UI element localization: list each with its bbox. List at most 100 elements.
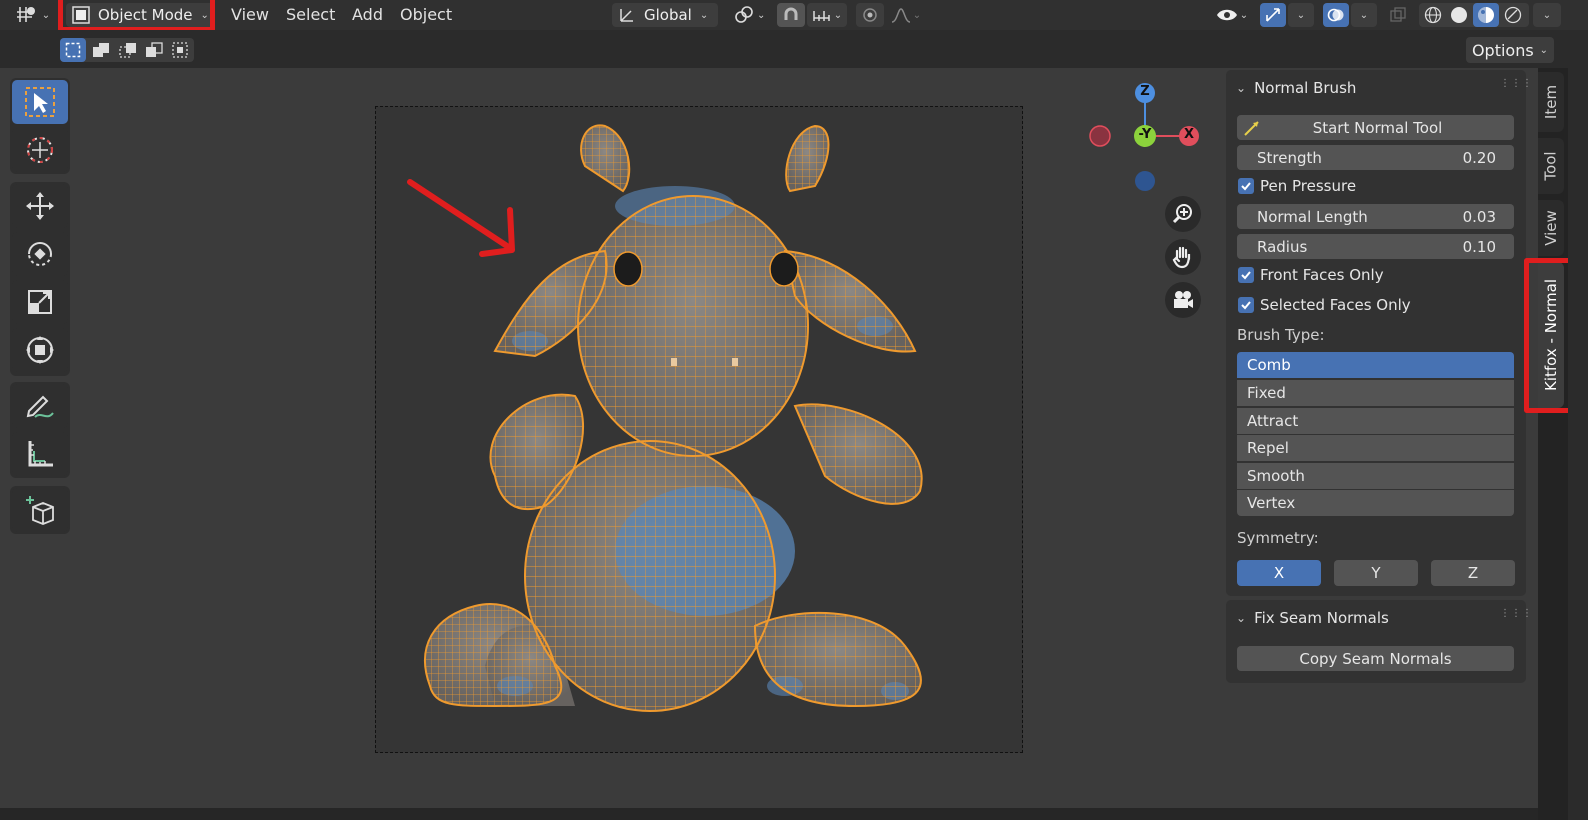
selected-faces-only-label: Selected Faces Only <box>1260 296 1411 314</box>
gizmo-dropdown[interactable]: ⌄ <box>1288 3 1314 27</box>
pen-pressure-checkbox[interactable]: Pen Pressure <box>1238 177 1356 195</box>
menu-add[interactable]: Add <box>352 5 383 24</box>
select-subtract-icon <box>119 43 136 58</box>
select-new-button[interactable] <box>60 38 86 62</box>
gizmo-y-label: -Y <box>1138 127 1152 142</box>
selected-faces-only-checkbox[interactable]: Selected Faces Only <box>1238 296 1411 314</box>
brush-type-smooth[interactable]: Smooth <box>1237 463 1514 489</box>
front-faces-only-checkbox[interactable]: Front Faces Only <box>1238 266 1384 284</box>
shading-material-button[interactable] <box>1473 3 1499 27</box>
select-invert-button[interactable] <box>141 38 167 62</box>
falloff-dropdown[interactable]: ⌄ <box>886 3 926 27</box>
symmetry-label: Symmetry: <box>1237 529 1319 547</box>
pencil-icon <box>26 395 54 418</box>
tool-select-box[interactable] <box>12 80 68 124</box>
normal-tool-icon <box>1244 120 1259 136</box>
shading-rendered-button[interactable] <box>1501 4 1525 26</box>
transform-icon <box>26 336 54 364</box>
shading-dropdown[interactable]: ⌄ <box>1533 3 1561 27</box>
snap-target-dropdown[interactable]: ⌄ <box>807 3 847 27</box>
tab-item[interactable]: Item <box>1538 72 1564 132</box>
options-dropdown[interactable]: Options ⌄ <box>1466 37 1554 63</box>
symmetry-z-toggle[interactable]: Z <box>1431 560 1515 586</box>
rendered-sphere-icon <box>1504 6 1522 24</box>
tab-view[interactable]: View <box>1538 200 1564 256</box>
tool-add-cube[interactable] <box>12 488 68 532</box>
visibility-dropdown[interactable]: ⌄ <box>1210 3 1254 27</box>
copy-seam-normals-button[interactable]: Copy Seam Normals <box>1237 646 1514 671</box>
select-intersect-button[interactable] <box>167 38 193 62</box>
brush-type-label: Brush Type: <box>1237 326 1325 344</box>
select-invert-icon <box>146 42 163 57</box>
menu-view[interactable]: View <box>231 5 269 24</box>
drag-handle-icon[interactable]: ⋮⋮⋮ <box>1500 608 1533 619</box>
start-normal-tool-button[interactable]: Start Normal Tool <box>1237 115 1514 140</box>
editor-type-button[interactable]: ⌄ <box>10 3 56 27</box>
brush-type-attract[interactable]: Attract <box>1237 408 1514 434</box>
add-cube-icon <box>26 496 54 525</box>
overlays-toggle[interactable] <box>1323 3 1349 27</box>
tool-scale[interactable] <box>12 280 68 324</box>
brush-type-vertex[interactable]: Vertex <box>1237 490 1514 516</box>
camera-view-button[interactable] <box>1165 282 1201 318</box>
highlight-box-kitfox-tab <box>1524 258 1568 413</box>
normal-brush-panel-header[interactable]: ⌄ Normal Brush <box>1236 77 1520 99</box>
orientation-label: Global <box>644 6 692 24</box>
3d-cursor-icon <box>27 137 53 163</box>
normal-brush-title: Normal Brush <box>1254 79 1357 97</box>
options-label: Options <box>1471 40 1534 60</box>
solid-sphere-icon <box>1451 7 1467 23</box>
tool-cursor[interactable] <box>12 128 68 172</box>
tab-view-label: View <box>1542 210 1561 246</box>
tab-tool[interactable]: Tool <box>1538 138 1564 194</box>
snap-toggle[interactable] <box>777 3 805 27</box>
pen-pressure-label: Pen Pressure <box>1260 177 1357 195</box>
tab-tool-label: Tool <box>1542 151 1561 181</box>
symmetry-x-toggle[interactable]: X <box>1237 560 1321 586</box>
normal-length-field[interactable]: Normal Length 0.03 <box>1237 204 1514 229</box>
gizmo-x-label: X <box>1183 127 1195 142</box>
radius-field[interactable]: Radius 0.10 <box>1237 234 1514 259</box>
xray-toggle[interactable] <box>1385 3 1411 27</box>
brush-type-comb[interactable]: Comb <box>1237 352 1514 378</box>
tool-measure[interactable] <box>12 432 68 476</box>
drag-handle-icon[interactable]: ⋮⋮⋮ <box>1500 78 1533 89</box>
camera-icon <box>1174 291 1193 308</box>
eye-icon <box>1216 9 1237 21</box>
tool-move[interactable] <box>12 184 68 228</box>
editor-type-icon <box>16 7 35 22</box>
tool-transform[interactable] <box>12 328 68 372</box>
chevron-down-icon: ⌄ <box>1236 81 1247 95</box>
chevron-down-icon: ⌄ <box>912 9 922 21</box>
tool-rotate[interactable] <box>12 232 68 276</box>
transform-orientation-dropdown[interactable]: Global ⌄ <box>612 3 718 27</box>
pan-button[interactable] <box>1165 239 1201 275</box>
zoom-button[interactable] <box>1165 196 1201 232</box>
brush-type-repel[interactable]: Repel <box>1237 435 1514 461</box>
gizmo-toggle[interactable] <box>1260 3 1286 27</box>
strength-field[interactable]: Strength 0.20 <box>1237 145 1514 170</box>
tool-annotate[interactable] <box>12 384 68 428</box>
menu-select[interactable]: Select <box>286 5 335 24</box>
menu-object[interactable]: Object <box>400 5 452 24</box>
overlays-icon <box>1327 8 1344 22</box>
brush-type-fixed[interactable]: Fixed <box>1237 380 1514 406</box>
fix-seam-panel-header[interactable]: ⌄ Fix Seam Normals <box>1236 607 1520 629</box>
radius-label: Radius <box>1257 237 1308 256</box>
normal-length-value: 0.03 <box>1462 207 1496 226</box>
material-sphere-icon <box>1478 7 1494 23</box>
shading-solid-button[interactable] <box>1447 4 1471 26</box>
annotation-arrow <box>407 179 515 257</box>
pivot-point-button[interactable]: ⌄ <box>733 4 769 26</box>
select-extend-button[interactable] <box>88 38 114 62</box>
chevron-down-icon: ⌄ <box>757 9 766 21</box>
chevron-down-icon: ⌄ <box>41 9 51 21</box>
proportional-edit-toggle[interactable] <box>856 3 884 27</box>
gizmo-z-label: Z <box>1140 84 1150 99</box>
overlays-dropdown[interactable]: ⌄ <box>1351 3 1377 27</box>
select-subtract-button[interactable] <box>115 38 141 62</box>
chevron-down-icon: ⌄ <box>1296 9 1306 21</box>
shading-wireframe-button[interactable] <box>1421 4 1445 26</box>
checkbox-checked-icon <box>1238 178 1254 194</box>
symmetry-y-toggle[interactable]: Y <box>1334 560 1418 586</box>
